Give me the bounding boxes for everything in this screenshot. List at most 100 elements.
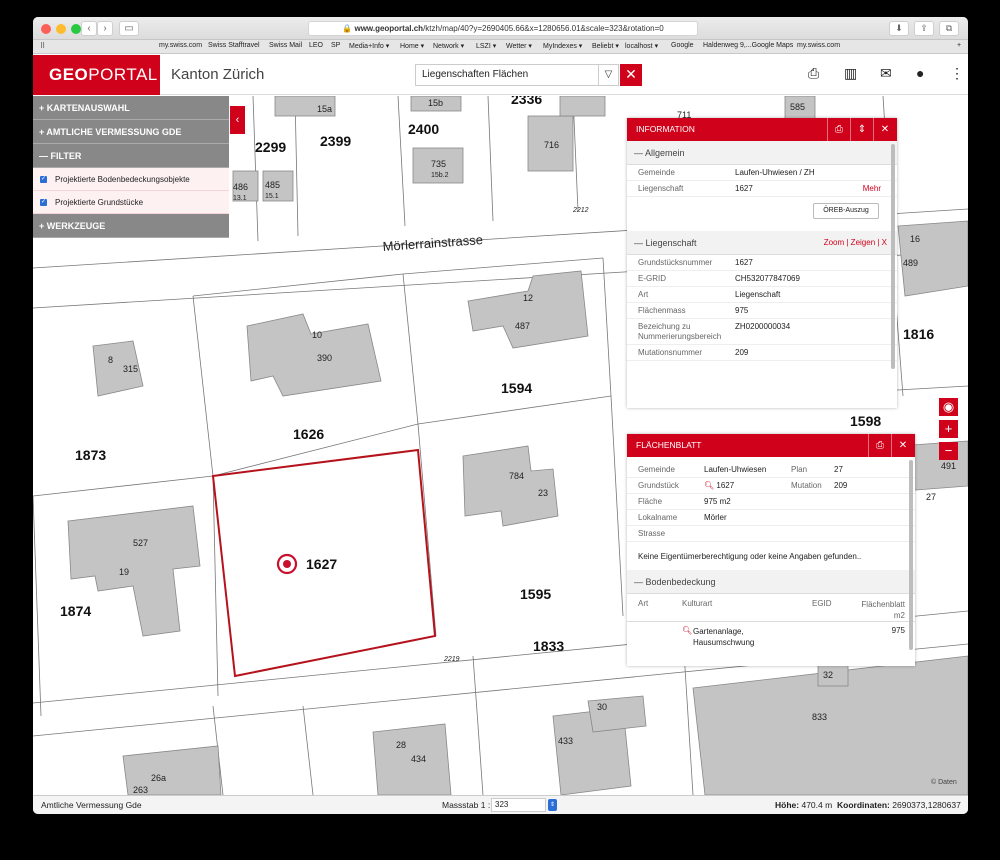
search-input[interactable]: Liegenschaften Flächen <box>415 64 599 86</box>
apps-grid-icon[interactable]: ⠿ <box>40 42 45 50</box>
werkzeuge-section[interactable]: + WERKZEUGE <box>33 214 229 238</box>
grundstueck-link[interactable]: 🔍︎ 1627 <box>704 481 734 490</box>
sidebar-toggle-icon[interactable]: ▭ <box>119 21 139 36</box>
parcel-label: 2400 <box>408 121 439 137</box>
building-label: 26a <box>151 773 166 783</box>
info-row: Liegenschaft 1627 Mehr <box>627 181 897 197</box>
parcel-label: 1594 <box>501 380 532 396</box>
info-row: Bezeichung zu Nummerierungsbereich ZH0200… <box>627 319 897 345</box>
filter-icon[interactable]: ▽ <box>599 64 619 86</box>
zoom-out-button[interactable]: − <box>939 442 958 460</box>
scrollbar[interactable] <box>909 460 913 650</box>
print-icon[interactable]: ⎙ <box>808 65 819 82</box>
info-row: Gemeinde Laufen-Uhwiesen / ZH <box>627 165 897 181</box>
bookmark-item[interactable]: Home ▾ <box>400 42 424 50</box>
zoom-zeigen-links[interactable]: Zoom | Zeigen | X <box>824 231 887 255</box>
search-icon[interactable]: 🔍︎ <box>682 626 692 635</box>
close-icon[interactable]: ✕ <box>891 434 914 457</box>
new-bookmark-icon[interactable]: + <box>957 42 961 49</box>
bodenbedeckung-section[interactable]: — Bodenbedeckung <box>627 570 915 594</box>
bookmark-item[interactable]: my.swiss.com <box>159 42 202 49</box>
geoportal-logo[interactable]: GEOPORTAL <box>33 55 160 95</box>
fb-note: Keine Eigentümerberechtigung oder keine … <box>638 552 862 561</box>
filter-item[interactable]: ✓ Projektierte Grundstücke <box>33 191 229 214</box>
checkbox-checked-icon[interactable]: ✓ <box>40 176 47 183</box>
bookmark-item[interactable]: Swiss Mail <box>269 42 302 49</box>
collapse-panel-button[interactable]: ‹ <box>230 106 245 134</box>
massstab-input[interactable]: 323 <box>491 798 546 812</box>
zoom-window-button[interactable] <box>71 24 81 34</box>
bookmark-item[interactable]: SP <box>331 42 340 49</box>
checkbox-checked-icon[interactable]: ✓ <box>40 199 47 206</box>
map-icon[interactable]: ▥ <box>844 65 857 82</box>
url-bar[interactable]: 🔒 www.geoportal.ch/ktzh/map/40?y=2690405… <box>308 21 698 36</box>
browser-window: ‹ › ▭ 🔒 www.geoportal.ch/ktzh/map/40?y=2… <box>33 17 968 814</box>
building-label: 8 <box>108 355 113 365</box>
building-label: 315 <box>123 364 138 374</box>
fb-row: Strasse <box>627 526 915 542</box>
building-label: 27 <box>926 492 936 502</box>
bookmark-item[interactable]: MyIndexes ▾ <box>543 42 582 50</box>
minimize-window-button[interactable] <box>56 24 66 34</box>
mail-icon[interactable]: ✉ <box>880 65 892 82</box>
amtliche-vermessung-section[interactable]: + AMTLICHE VERMESSUNG GDE <box>33 120 229 144</box>
allgemein-section[interactable]: — Allgemein <box>627 141 897 165</box>
close-window-button[interactable] <box>41 24 51 34</box>
locate-icon[interactable]: ◉ <box>939 398 958 416</box>
zoom-in-button[interactable]: + <box>939 420 958 438</box>
user-icon[interactable]: ● <box>916 65 924 81</box>
filter-item[interactable]: ✓ Projektierte Bodenbedeckungsobjekte <box>33 168 229 191</box>
bookmark-item[interactable]: LEO <box>309 42 323 49</box>
mehr-link[interactable]: Mehr <box>863 184 881 193</box>
back-icon[interactable]: ‹ <box>81 21 97 36</box>
scrollbar[interactable] <box>891 144 895 369</box>
bookmark-item[interactable]: Google <box>671 42 694 49</box>
building-label: 784 <box>509 471 524 481</box>
bookmark-item[interactable]: localhost ▾ <box>625 42 658 50</box>
information-panel: INFORMATION ⎙ ⇕ ✕ — Allgemein Gemeinde L… <box>627 118 897 408</box>
print-icon[interactable]: ⎙ <box>827 118 850 141</box>
download-icon[interactable]: ⬇ <box>889 21 909 36</box>
fb-row: Lokalname Mörler <box>627 510 915 526</box>
parcel-label: 1873 <box>75 447 106 463</box>
flaechenblatt-panel: FLÄCHENBLATT ⎙ ✕ Gemeinde Laufen-Uhwiesen… <box>627 434 915 666</box>
oereb-row: ÖREB-Auszug <box>627 197 897 231</box>
status-bar: Amtliche Vermessung Gde Massstab 1 : 323… <box>33 795 968 814</box>
building-label: 30 <box>597 702 607 712</box>
bookmark-item[interactable]: Network ▾ <box>433 42 464 50</box>
print-icon[interactable]: ⎙ <box>868 434 891 457</box>
forward-icon[interactable]: › <box>97 21 113 36</box>
building-label: 486 <box>233 182 248 192</box>
info-row: Art Liegenschaft <box>627 287 897 303</box>
table-row: 🔍︎ Gartenanlage, Hausumschwung 975 <box>682 626 905 647</box>
massstab-stepper-icon[interactable]: ⇕ <box>548 799 557 811</box>
bookmark-item[interactable]: Beliebt ▾ <box>592 42 619 50</box>
expand-icon[interactable]: ⇕ <box>850 118 873 141</box>
more-icon[interactable]: ⋮ <box>950 65 964 82</box>
liegenschaft-section[interactable]: — Liegenschaft Zoom | Zeigen | X <box>627 231 897 255</box>
bookmark-item[interactable]: my.swiss.com <box>797 42 840 49</box>
bookmark-item[interactable]: Wetter ▾ <box>506 42 532 50</box>
filter-section[interactable]: — FILTER <box>33 144 229 168</box>
oereb-button[interactable]: ÖREB-Auszug <box>813 203 879 219</box>
close-icon[interactable]: ✕ <box>873 118 896 141</box>
info-row: Mutationsnummer 209 <box>627 345 897 361</box>
kartenauswahl-section[interactable]: + KARTENAUSWAHL <box>33 96 229 120</box>
search-icon: 🔍︎ <box>704 481 715 490</box>
building-label: 585 <box>790 102 805 112</box>
koordinaten-readout: Koordinaten: 2690373,1280637 <box>837 800 961 810</box>
bookmarks-bar: ⠿ my.swiss.com Swiss Stafftravel Swiss M… <box>33 40 968 54</box>
bookmark-item[interactable]: Media+Info ▾ <box>349 42 389 50</box>
tabs-icon[interactable]: ⧉ <box>939 21 959 36</box>
building-label: 716 <box>544 140 559 150</box>
share-icon[interactable]: ⇪ <box>914 21 934 36</box>
building-label: 735 <box>431 159 446 169</box>
status-layer-name: Amtliche Vermessung Gde <box>41 800 142 810</box>
map-small-label: 2212 <box>572 207 589 214</box>
building-label: 10 <box>312 330 322 340</box>
building-label: 16 <box>910 234 920 244</box>
bookmark-item[interactable]: Haldenweg 9,...Google Maps <box>703 42 793 49</box>
clear-search-button[interactable]: ✕ <box>620 64 642 86</box>
bookmark-item[interactable]: LSZI ▾ <box>476 42 496 50</box>
bookmark-item[interactable]: Swiss Stafftravel <box>208 42 260 49</box>
